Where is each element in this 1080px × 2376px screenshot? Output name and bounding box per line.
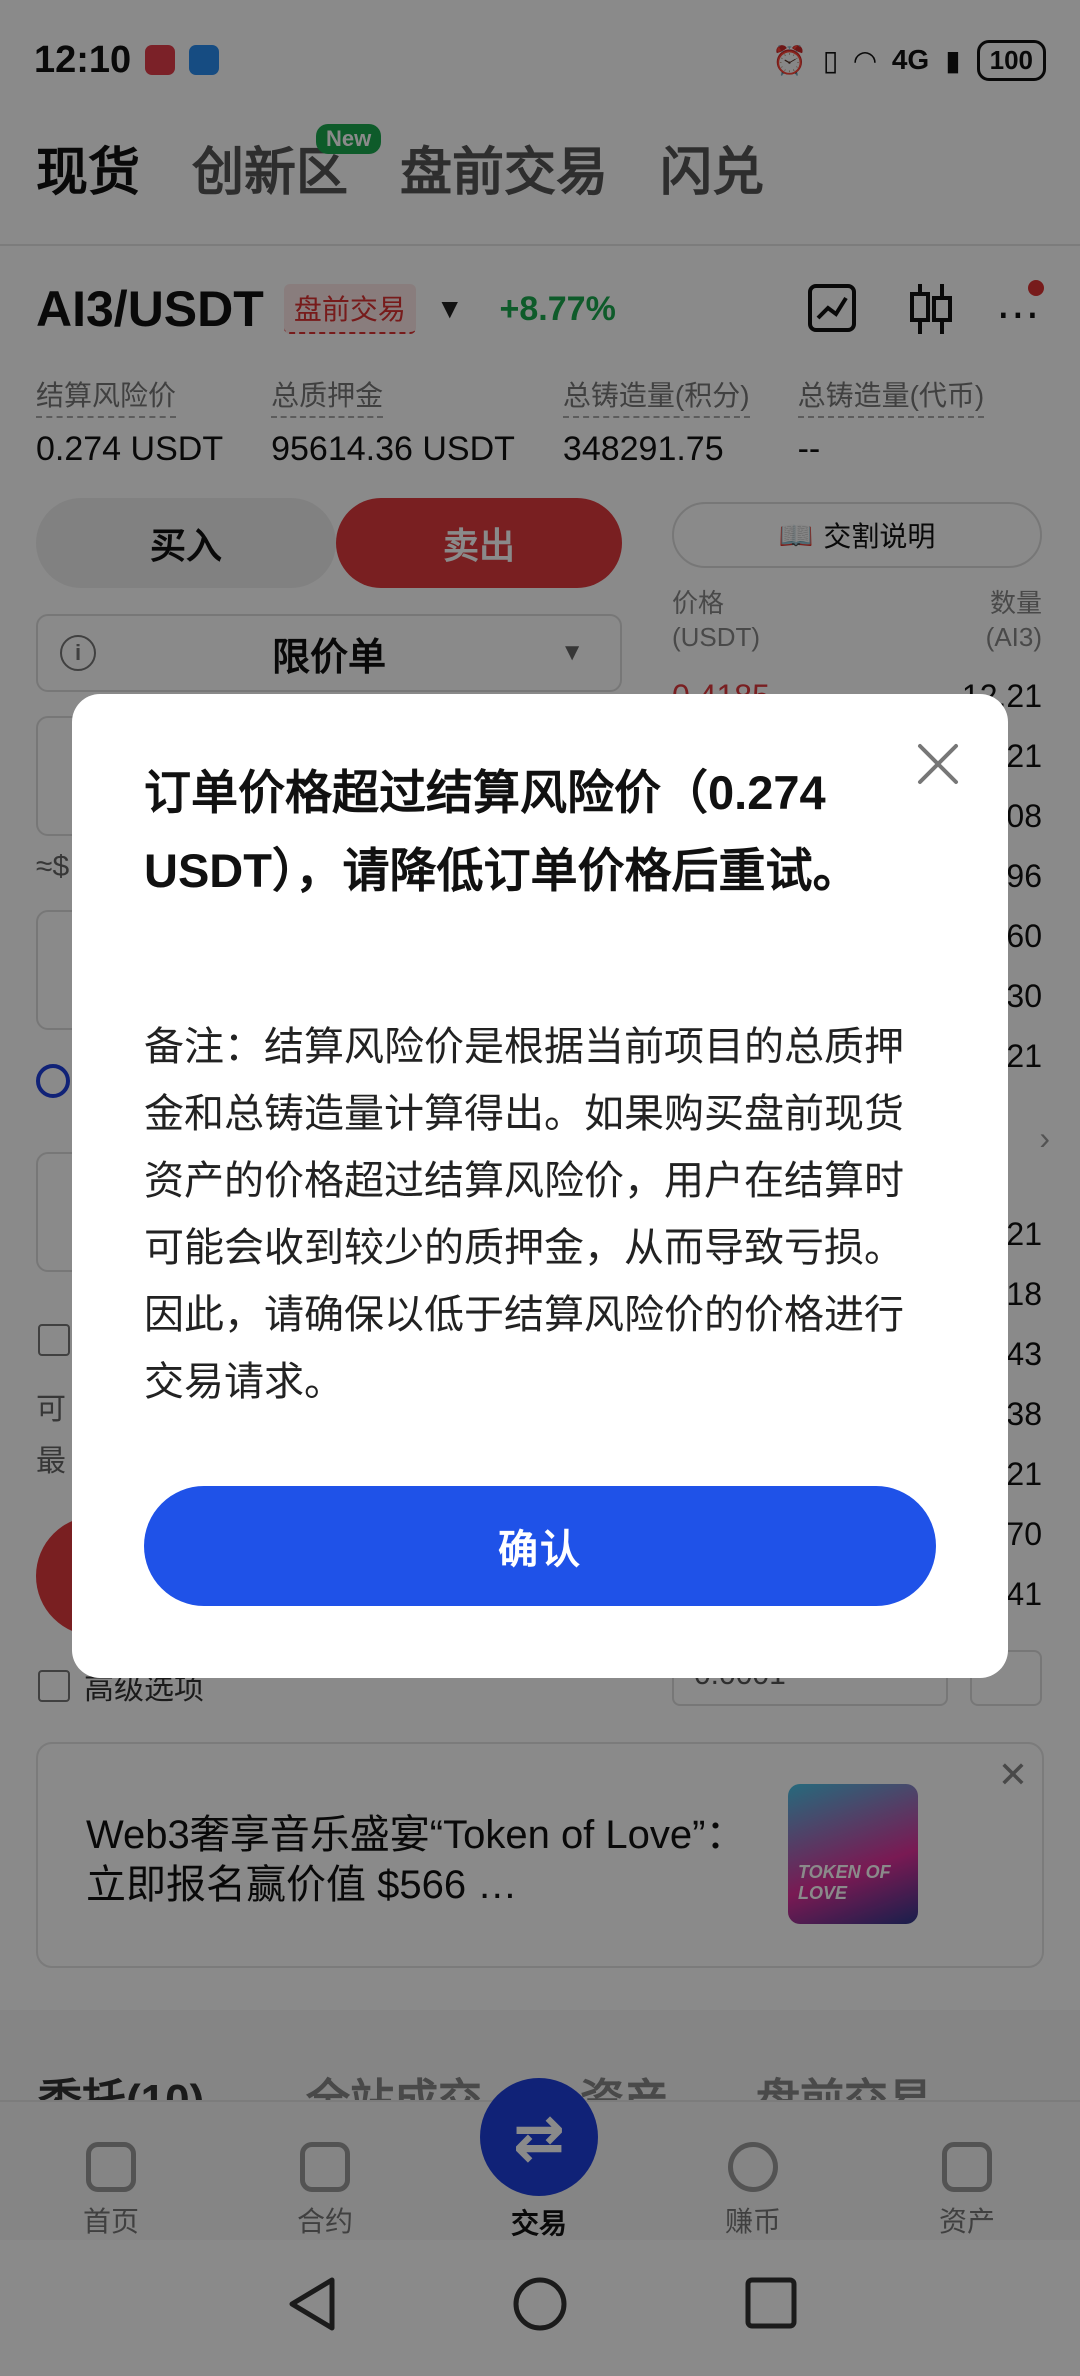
confirm-button[interactable]: 确认 (144, 1486, 936, 1606)
dialog-title: 订单价格超过结算风险价（0.274 USDT），请降低订单价格后重试。 (144, 766, 860, 897)
dialog-note: 备注：结算风险价是根据当前项目的总质押金和总铸造量计算得出。如果购买盘前现货资产… (144, 1025, 904, 1404)
risk-warning-dialog: 订单价格超过结算风险价（0.274 USDT），请降低订单价格后重试。 备注：结… (72, 694, 1008, 1678)
